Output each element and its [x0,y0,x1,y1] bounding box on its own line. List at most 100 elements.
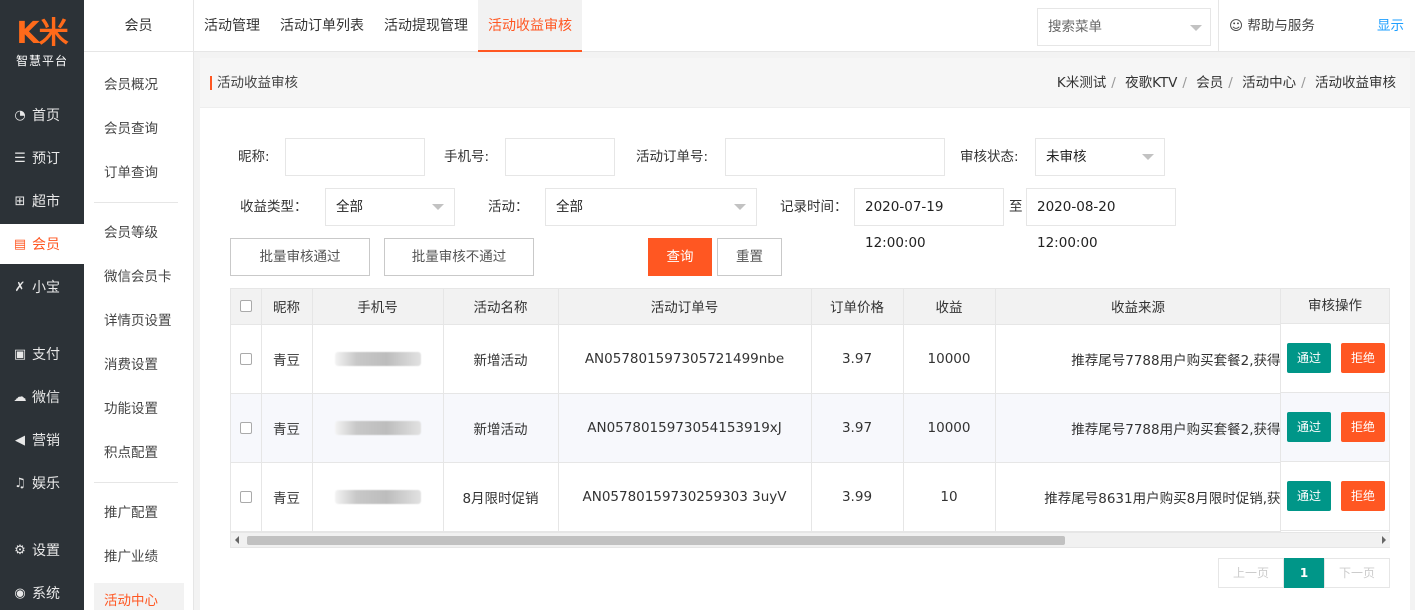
search-menu-placeholder: 搜索菜单 [1048,19,1102,35]
submenu-item[interactable]: 详情页设置 [94,303,184,339]
submenu-item[interactable]: 消费设置 [94,347,184,383]
help-label: 帮助与服务 [1247,18,1315,34]
submenu-item[interactable]: 功能设置 [94,391,184,427]
column-header: 订单价格 [811,289,904,325]
help-service-link[interactable]: ☺ 帮助与服务 [1218,0,1315,52]
status-select[interactable]: 未审核 [1035,138,1165,176]
income-type-select[interactable]: 全部 [325,188,455,226]
table-row: 青豆 8月限时促销 AN05780159730259303 3uyV 3.99 10 推荐… [231,462,1389,532]
assistant-icon: ✗ [14,279,26,295]
batch-reject-button[interactable]: 批量审核不通过 [384,238,534,276]
phone-input[interactable] [505,138,615,176]
phone-cell [312,462,444,532]
search-menu-select[interactable]: 搜索菜单 [1037,8,1211,46]
sidebar-item-label: 设置 [32,543,60,559]
submenu-item[interactable]: 积点配置 [94,435,184,471]
page-1-button[interactable]: 1 [1284,558,1324,588]
column-header: 昵称 [261,289,313,325]
submenu-item[interactable]: 订单查询 [94,155,184,191]
submenu-item[interactable]: 推广配置 [94,495,184,531]
scroll-left-icon[interactable] [235,536,239,544]
reject-button[interactable]: 拒绝 [1341,481,1385,511]
review-ops-cell: 通过 拒绝 [1281,462,1389,531]
pass-button[interactable]: 通过 [1287,481,1331,511]
breadcrumb-item[interactable]: 夜歌KTV [1125,75,1177,91]
member-submenu: 会员 会员概况会员查询订单查询会员等级微信会员卡详情页设置消费设置功能设置积点配… [84,0,194,610]
reset-button[interactable]: 重置 [717,238,782,276]
breadcrumb-bar: 活动收益审核 K米测试 / 夜歌KTV / 会员 / 活动中心 / 活动收益审核 [200,58,1410,108]
scroll-right-icon[interactable] [1382,536,1386,544]
order-no-cell: AN0578015973054153919xJ [558,393,812,463]
sidebar-item-8[interactable]: ♫ 娱乐 [0,463,84,503]
sidebar-item-6[interactable]: ☁ 微信 [0,377,84,417]
sidebar-item-label: 预订 [32,151,60,167]
activity-select[interactable]: 全部 [545,188,757,226]
booking-icon: ☰ [14,150,26,166]
breadcrumb-separator: / [1301,75,1306,91]
sidebar-item-2[interactable]: ⊞ 超市 [0,181,84,221]
nickname-input[interactable] [285,138,425,176]
tab-activity-manage[interactable]: 活动管理 [194,0,270,52]
batch-pass-button[interactable]: 批量审核通过 [230,238,370,276]
phone-cell [312,393,444,463]
activity-label: 活动： [488,199,529,215]
select-all-checkbox[interactable] [239,300,252,313]
row-checkbox[interactable] [239,352,252,365]
sidebar-item-10[interactable]: ◉ 系统 [0,573,84,610]
activity-name-cell: 8月限时促销 [443,462,559,532]
sidebar-item-3[interactable]: ▤ 会员 [0,224,84,264]
order-no-cell: AN057801597305721499nbe [558,324,812,394]
sidebar-item-label: 娱乐 [32,476,60,492]
breadcrumb-item[interactable]: 活动中心 [1242,75,1296,91]
pass-button[interactable]: 通过 [1287,412,1331,442]
next-page-button[interactable]: 下一页 [1324,558,1390,588]
chevron-down-icon [1142,154,1154,160]
submenu-divider [94,482,178,483]
horizontal-scrollbar[interactable] [231,532,1390,547]
sidebar-item-4[interactable]: ✗ 小宝 [0,267,84,307]
submenu-item[interactable]: 推广业绩 [94,539,184,575]
submenu-title: 会员 [84,0,193,52]
sidebar-item-1[interactable]: ☰ 预订 [0,138,84,178]
query-button[interactable]: 查询 [648,238,712,276]
reject-button[interactable]: 拒绝 [1341,412,1385,442]
phone-label: 手机号: [444,149,490,165]
submenu-item[interactable]: 会员概况 [94,67,184,103]
status-label: 审核状态: [960,149,1019,165]
row-checkbox[interactable] [239,421,252,434]
top-bar: 活动管理 活动订单列表 活动提现管理 活动收益审核 搜索菜单 ☺ 帮助与服务 显… [194,0,1415,52]
submenu-item[interactable]: 微信会员卡 [94,259,184,295]
scrollbar-thumb[interactable] [247,536,1065,545]
sidebar-item-9[interactable]: ⚙ 设置 [0,530,84,570]
wechat-icon: ☁ [13,389,27,405]
reject-button[interactable]: 拒绝 [1341,343,1385,373]
time-range-separator: 至 [1009,199,1023,215]
breadcrumb-item[interactable]: 会员 [1196,75,1223,91]
order-no-input[interactable] [725,138,945,176]
column-header: 收益 [903,289,996,325]
pass-button[interactable]: 通过 [1287,343,1331,373]
chevron-down-icon [734,204,746,210]
settings-icon: ⚙ [14,542,26,558]
smile-icon: ☺ [1229,18,1244,34]
submenu-item[interactable]: 活动中心 [94,583,184,610]
sidebar-item-0[interactable]: ◔ 首页 [0,95,84,135]
tab-activity-income-review[interactable]: 活动收益审核 [478,0,582,52]
row-checkbox[interactable] [239,490,252,503]
submenu-divider [94,202,178,203]
column-header: 手机号 [312,289,444,325]
sidebar-item-5[interactable]: ▣ 支付 [0,334,84,374]
tab-activity-withdraw[interactable]: 活动提现管理 [374,0,478,52]
income-cell: 10000 [903,393,996,463]
dashboard-icon: ◔ [14,107,26,123]
submenu-item[interactable]: 会员查询 [94,111,184,147]
end-time-input[interactable]: 2020-08-20 12:00:00 [1026,188,1176,251]
submenu-item[interactable]: 会员等级 [94,215,184,251]
breadcrumb-item[interactable]: K米测试 [1057,75,1106,91]
prev-page-button[interactable]: 上一页 [1218,558,1284,588]
sidebar-item-7[interactable]: ◀ 营销 [0,420,84,460]
show-link[interactable]: 显示 [1377,0,1404,52]
tab-activity-orders[interactable]: 活动订单列表 [270,0,374,52]
shop-icon: ⊞ [14,193,26,209]
start-time-input[interactable]: 2020-07-19 12:00:00 [854,188,1004,251]
